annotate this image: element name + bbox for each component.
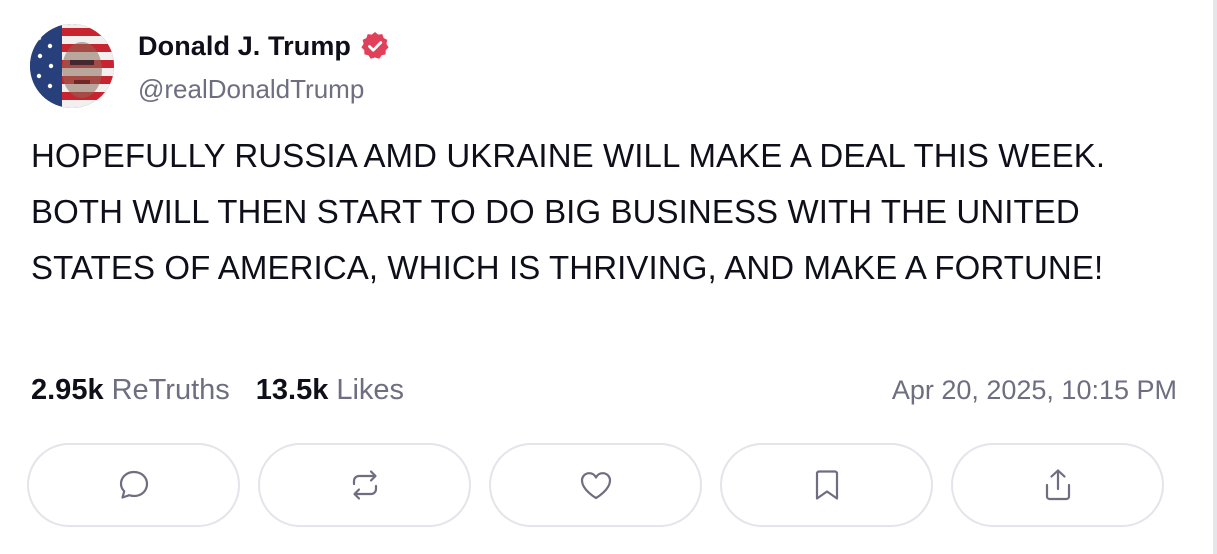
like-button[interactable] (489, 443, 702, 527)
post-stats: 2.95k ReTruths 13.5k Likes (31, 370, 404, 410)
author-name-row: Donald J. Trump (138, 28, 391, 64)
share-button[interactable] (951, 443, 1164, 527)
share-icon (1045, 469, 1070, 501)
heart-icon (580, 472, 611, 500)
likes-label[interactable]: Likes (336, 374, 404, 407)
card-border (1213, 0, 1217, 554)
author-handle[interactable]: @realDonaldTrump (138, 74, 364, 105)
avatar[interactable] (30, 24, 114, 108)
likes-count[interactable]: 13.5k (256, 374, 329, 407)
reply-button[interactable] (27, 443, 240, 527)
author-display-name[interactable]: Donald J. Trump (138, 31, 351, 62)
retruth-button[interactable] (258, 443, 471, 527)
avatar-image (30, 24, 114, 108)
verified-badge-icon (361, 32, 389, 59)
repost-icon (352, 470, 377, 500)
bookmark-icon (815, 470, 838, 500)
retruths-label[interactable]: ReTruths (112, 374, 230, 407)
post-timestamp[interactable]: Apr 20, 2025, 10:15 PM (892, 370, 1177, 410)
comment-icon (119, 470, 148, 499)
retruths-count[interactable]: 2.95k (31, 374, 104, 407)
post-text: HOPEFULLY RUSSIA AMD UKRAINE WILL MAKE A… (31, 137, 1106, 286)
bookmark-button[interactable] (720, 443, 933, 527)
action-bar (27, 443, 1164, 527)
